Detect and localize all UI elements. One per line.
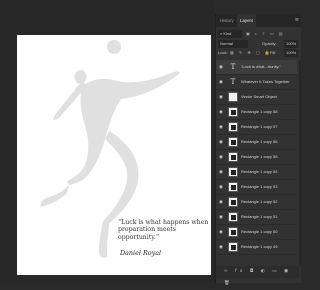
visibility-eye-icon[interactable]: ◉ [218,199,224,205]
layer-row[interactable]: ◉ T Whatever It Takes Together [216,75,297,90]
document-canvas[interactable]: “Luck is what happens when preparation m… [17,35,211,275]
layer-thumbnail [228,152,238,162]
fill-label: Fill: [270,50,277,55]
layer-row[interactable]: ◉ Rectangle 1 copy 50 [216,225,297,240]
visibility-eye-icon[interactable]: ◉ [218,79,224,85]
lock-icons[interactable]: ▦ ✎ ✥ ▢ 🔒 [230,49,272,57]
layer-filter-row: ⌕ Kind ▣ ◐ T ▭ ▤ [218,30,297,38]
visibility-eye-icon[interactable]: ◉ [218,244,224,250]
layers-list[interactable]: ◉ T "Luck is what...rtunity." ◉ T Whatev… [216,60,299,266]
opacity-field[interactable]: 100% [284,40,298,48]
visibility-eye-icon[interactable]: ◉ [218,154,224,160]
lock-row: Lock: ▦ ✎ ✥ ▢ 🔒 Fill: 100% [218,49,298,57]
layer-name: Rectangle 1 copy 51 [241,214,278,219]
layer-name: Rectangle 1 copy 54 [241,169,278,174]
layers-scrollbar[interactable] [299,60,301,266]
layer-thumbnail [228,227,238,237]
layer-name: Rectangle 1 copy 50 [241,229,278,234]
layer-thumbnail [228,122,238,132]
layer-row[interactable]: ◉ Rectangle 1 copy 51 [216,210,297,225]
visibility-eye-icon[interactable]: ◉ [218,139,224,145]
layer-row[interactable]: ◉ Rectangle 1 copy 54 [216,165,297,180]
layer-thumbnail [228,167,238,177]
layers-panel: History Layers ≡ ⌕ Kind ▣ ◐ T ▭ ▤ Normal… [215,14,301,286]
panel-tab-bar: History Layers ≡ [216,14,301,27]
layer-name: Rectangle 1 copy 55 [241,154,278,159]
fill-field[interactable]: 100% [284,49,298,57]
visibility-eye-icon[interactable]: ◉ [218,214,224,220]
visibility-eye-icon[interactable]: ◉ [218,169,224,175]
layer-thumbnail [228,197,238,207]
layer-name: Vector Smart Object [241,94,277,99]
blend-mode-row: Normal Opacity: 100% [218,40,298,48]
layer-name: Rectangle 1 copy 52 [241,199,278,204]
signature-text: Daniel Royal [120,249,162,257]
visibility-eye-icon[interactable]: ◉ [218,94,224,100]
tab-layers[interactable]: Layers [237,14,257,27]
filter-kind-label: Kind [223,31,232,36]
visibility-eye-icon[interactable]: ◉ [218,124,224,130]
layer-thumbnail [228,92,238,102]
layer-thumbnail [228,107,238,117]
filter-type-icons[interactable]: ▣ ◐ T ▭ ▤ [246,30,285,38]
quote-text: “Luck is what happens when preparation m… [118,219,209,241]
layer-thumbnail [228,182,238,192]
layer-thumbnail [228,212,238,222]
layer-name: Whatever It Takes Together [241,79,290,84]
blend-mode-select[interactable]: Normal [218,40,248,48]
layer-row[interactable]: ◉ Rectangle 1 copy 55 [216,150,297,165]
layer-thumbnail [228,242,238,252]
visibility-eye-icon[interactable]: ◉ [218,64,224,70]
text-layer-icon: T [230,63,236,71]
canvas-area[interactable]: “Luck is what happens when preparation m… [0,0,215,283]
layer-row[interactable]: ◉ Rectangle 1 copy 53 [216,180,297,195]
layer-row[interactable]: ◉ Rectangle 1 copy 52 [216,195,297,210]
layer-row[interactable]: ◉ Rectangle 1 copy 58 [216,105,297,120]
layer-name: Rectangle 1 copy 53 [241,184,278,189]
visibility-eye-icon[interactable]: ◉ [218,109,224,115]
text-layer-icon: T [230,78,236,86]
panel-menu-icon[interactable]: ≡ [295,14,299,27]
layer-row[interactable]: ◉ Rectangle 1 copy 56 [216,135,297,150]
layer-thumbnail [228,137,238,147]
layer-name: Rectangle 1 copy 56 [241,139,278,144]
layer-name: Rectangle 1 copy 49 [241,244,278,249]
filter-kind-select[interactable]: ⌕ Kind [218,30,242,38]
layer-name: "Luck is what...rtunity." [241,64,281,69]
layer-row[interactable]: ◉ Rectangle 1 copy 49 [216,240,297,255]
visibility-eye-icon[interactable]: ◉ [218,184,224,190]
lock-label: Lock: [218,50,228,55]
visibility-eye-icon[interactable]: ◉ [218,229,224,235]
layer-name: Rectangle 1 copy 57 [241,124,278,129]
layer-row[interactable]: ◉ Vector Smart Object [216,90,297,105]
layer-name: Rectangle 1 copy 58 [241,109,278,114]
layer-row[interactable]: ◉ Rectangle 1 copy 57 [216,120,297,135]
tab-history[interactable]: History [217,14,237,27]
opacity-label: Opacity: [262,41,277,46]
layer-row[interactable]: ◉ T "Luck is what...rtunity." [216,60,297,75]
layers-bottom-toolbar[interactable]: ∞ fx ◘ ◐ ▭ ▣ 🗑 [216,266,299,286]
